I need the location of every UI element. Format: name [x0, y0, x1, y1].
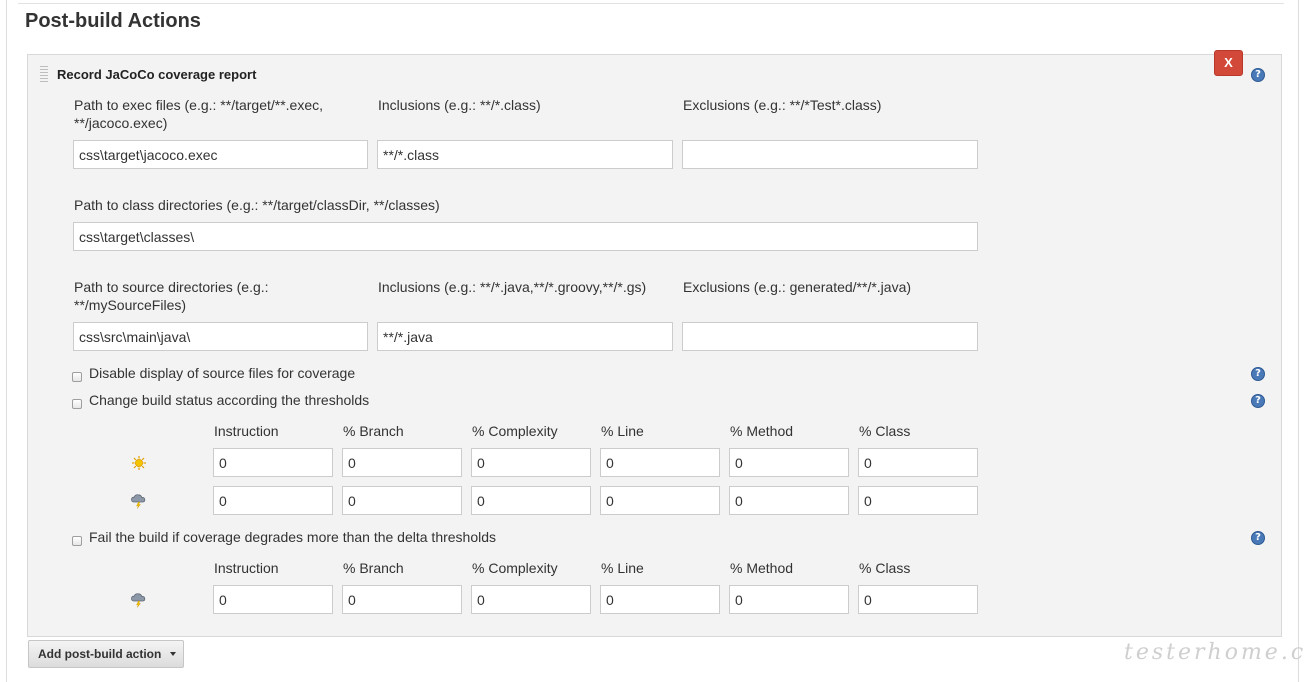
stormy-class-input[interactable] [858, 486, 978, 515]
delta-header-complexity: % Complexity [472, 560, 558, 576]
threshold-header-branch: % Branch [343, 423, 404, 439]
storm-icon [131, 494, 146, 509]
sunny-method-input[interactable] [729, 448, 849, 477]
exec-path-label-line2: **/jacoco.exec) [74, 115, 168, 131]
sunny-branch-input[interactable] [342, 448, 462, 477]
add-post-build-action-label: Add post-build action [38, 647, 162, 661]
stormy-method-input[interactable] [729, 486, 849, 515]
change-status-label: Change build status according the thresh… [89, 392, 370, 408]
class-dirs-label: Path to class directories (e.g.: **/targ… [74, 197, 440, 213]
top-divider [18, 3, 1284, 4]
delta-line-input[interactable] [600, 585, 720, 614]
exec-inclusions-label: Inclusions (e.g.: **/*.class) [378, 97, 541, 113]
fail-build-label: Fail the build if coverage degrades more… [89, 529, 497, 545]
add-post-build-action-button[interactable]: Add post-build action [28, 640, 184, 668]
sunny-class-input[interactable] [858, 448, 978, 477]
watermark: testerhome.com [1124, 640, 1304, 665]
source-path-label-line2: **/mySourceFiles) [74, 297, 187, 313]
threshold-header-class: % Class [859, 423, 911, 439]
sunny-line-input[interactable] [600, 448, 720, 477]
help-icon[interactable]: ? [1251, 68, 1265, 82]
disable-source-label: Disable display of source files for cove… [89, 365, 356, 381]
exec-exclusions-input[interactable] [682, 140, 978, 169]
source-exclusions-label: Exclusions (e.g.: generated/**/*.java) [683, 279, 912, 295]
stormy-line-input[interactable] [600, 486, 720, 515]
block-title: Record JaCoCo coverage report [57, 67, 257, 82]
delta-header-line: % Line [601, 560, 644, 576]
delta-header-branch: % Branch [343, 560, 404, 576]
exec-exclusions-label: Exclusions (e.g.: **/*Test*.class) [683, 97, 882, 113]
source-exclusions-input[interactable] [682, 322, 978, 351]
change-status-checkbox[interactable] [72, 399, 82, 409]
threshold-header-method: % Method [730, 423, 794, 439]
delta-header-instruction: Instruction [214, 560, 279, 576]
threshold-header-instruction: Instruction [214, 423, 279, 439]
delete-block-button[interactable]: X [1214, 50, 1243, 76]
threshold-header-line: % Line [601, 423, 644, 439]
delta-complexity-input[interactable] [471, 585, 591, 614]
delta-header-class: % Class [859, 560, 911, 576]
fail-build-checkbox[interactable] [72, 536, 82, 546]
fail-build-help-icon[interactable]: ? [1251, 531, 1265, 545]
threshold-header-complexity: % Complexity [472, 423, 558, 439]
drag-handle-icon[interactable] [40, 66, 48, 83]
delta-method-input[interactable] [729, 585, 849, 614]
section-title: Post-build Actions [25, 10, 201, 32]
source-inclusions-label: Inclusions (e.g.: **/*.java,**/*.groovy,… [378, 279, 647, 295]
change-status-help-icon[interactable]: ? [1251, 394, 1265, 408]
class-dirs-input[interactable] [73, 222, 978, 251]
delta-class-input[interactable] [858, 585, 978, 614]
exec-inclusions-input[interactable] [377, 140, 673, 169]
stormy-instruction-input[interactable] [213, 486, 333, 515]
source-path-input[interactable] [73, 322, 368, 351]
sunny-instruction-input[interactable] [213, 448, 333, 477]
delta-header-method: % Method [730, 560, 794, 576]
delta-storm-icon [131, 593, 146, 608]
exec-path-input[interactable] [73, 140, 368, 169]
exec-path-label-line1: Path to exec files (e.g.: **/target/**.e… [74, 97, 324, 113]
sun-icon [132, 456, 146, 470]
source-path-label-line1: Path to source directories (e.g.: [74, 279, 269, 295]
disable-source-help-icon[interactable]: ? [1251, 367, 1265, 381]
delta-branch-input[interactable] [342, 585, 462, 614]
source-inclusions-input[interactable] [377, 322, 673, 351]
stormy-branch-input[interactable] [342, 486, 462, 515]
chevron-down-icon [170, 652, 176, 656]
disable-source-checkbox[interactable] [72, 372, 82, 382]
delta-instruction-input[interactable] [213, 585, 333, 614]
stormy-complexity-input[interactable] [471, 486, 591, 515]
sunny-complexity-input[interactable] [471, 448, 591, 477]
